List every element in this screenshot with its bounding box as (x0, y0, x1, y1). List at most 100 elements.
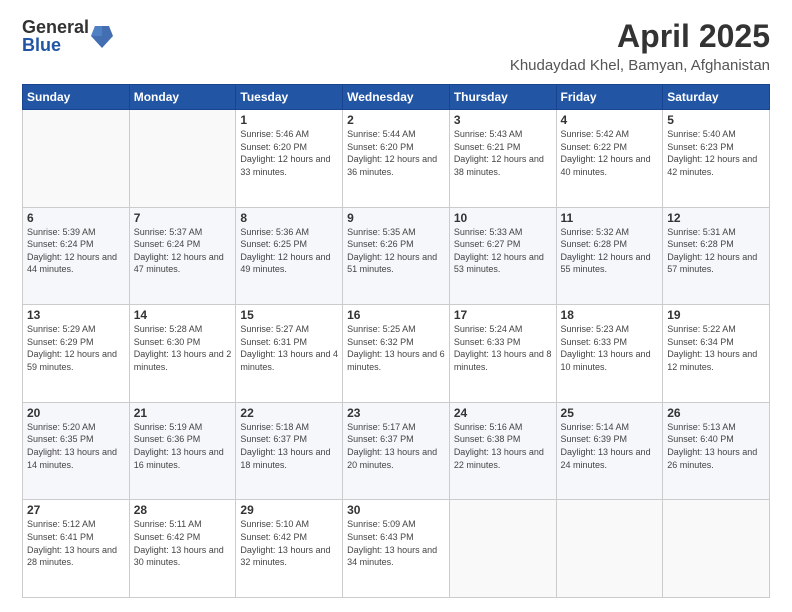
day-info: Sunrise: 5:13 AM Sunset: 6:40 PM Dayligh… (667, 421, 765, 471)
calendar-cell (663, 500, 770, 598)
calendar-cell: 23Sunrise: 5:17 AM Sunset: 6:37 PM Dayli… (343, 402, 450, 500)
calendar-cell: 10Sunrise: 5:33 AM Sunset: 6:27 PM Dayli… (449, 207, 556, 305)
day-info: Sunrise: 5:33 AM Sunset: 6:27 PM Dayligh… (454, 226, 552, 276)
calendar-table: SundayMondayTuesdayWednesdayThursdayFrid… (22, 84, 770, 598)
day-number: 25 (561, 406, 659, 420)
day-info: Sunrise: 5:14 AM Sunset: 6:39 PM Dayligh… (561, 421, 659, 471)
calendar-cell: 16Sunrise: 5:25 AM Sunset: 6:32 PM Dayli… (343, 305, 450, 403)
calendar-cell: 29Sunrise: 5:10 AM Sunset: 6:42 PM Dayli… (236, 500, 343, 598)
day-number: 22 (240, 406, 338, 420)
calendar-week-row: 20Sunrise: 5:20 AM Sunset: 6:35 PM Dayli… (23, 402, 770, 500)
day-number: 24 (454, 406, 552, 420)
day-info: Sunrise: 5:12 AM Sunset: 6:41 PM Dayligh… (27, 518, 125, 568)
day-info: Sunrise: 5:32 AM Sunset: 6:28 PM Dayligh… (561, 226, 659, 276)
logo-general: General (22, 18, 89, 36)
calendar-cell: 27Sunrise: 5:12 AM Sunset: 6:41 PM Dayli… (23, 500, 130, 598)
calendar-cell: 8Sunrise: 5:36 AM Sunset: 6:25 PM Daylig… (236, 207, 343, 305)
day-info: Sunrise: 5:37 AM Sunset: 6:24 PM Dayligh… (134, 226, 232, 276)
calendar-cell: 17Sunrise: 5:24 AM Sunset: 6:33 PM Dayli… (449, 305, 556, 403)
day-info: Sunrise: 5:31 AM Sunset: 6:28 PM Dayligh… (667, 226, 765, 276)
calendar-cell: 14Sunrise: 5:28 AM Sunset: 6:30 PM Dayli… (129, 305, 236, 403)
calendar-cell (449, 500, 556, 598)
day-number: 14 (134, 308, 232, 322)
day-info: Sunrise: 5:16 AM Sunset: 6:38 PM Dayligh… (454, 421, 552, 471)
calendar-cell: 6Sunrise: 5:39 AM Sunset: 6:24 PM Daylig… (23, 207, 130, 305)
calendar-cell: 11Sunrise: 5:32 AM Sunset: 6:28 PM Dayli… (556, 207, 663, 305)
day-number: 1 (240, 113, 338, 127)
weekday-header-tuesday: Tuesday (236, 85, 343, 110)
day-number: 21 (134, 406, 232, 420)
day-info: Sunrise: 5:44 AM Sunset: 6:20 PM Dayligh… (347, 128, 445, 178)
logo-icon (91, 22, 113, 50)
day-info: Sunrise: 5:25 AM Sunset: 6:32 PM Dayligh… (347, 323, 445, 373)
calendar-cell: 2Sunrise: 5:44 AM Sunset: 6:20 PM Daylig… (343, 110, 450, 208)
day-info: Sunrise: 5:40 AM Sunset: 6:23 PM Dayligh… (667, 128, 765, 178)
day-info: Sunrise: 5:18 AM Sunset: 6:37 PM Dayligh… (240, 421, 338, 471)
day-info: Sunrise: 5:10 AM Sunset: 6:42 PM Dayligh… (240, 518, 338, 568)
calendar-cell: 18Sunrise: 5:23 AM Sunset: 6:33 PM Dayli… (556, 305, 663, 403)
day-info: Sunrise: 5:35 AM Sunset: 6:26 PM Dayligh… (347, 226, 445, 276)
logo-blue: Blue (22, 36, 89, 54)
weekday-header-monday: Monday (129, 85, 236, 110)
calendar-cell: 13Sunrise: 5:29 AM Sunset: 6:29 PM Dayli… (23, 305, 130, 403)
day-info: Sunrise: 5:39 AM Sunset: 6:24 PM Dayligh… (27, 226, 125, 276)
calendar-cell: 25Sunrise: 5:14 AM Sunset: 6:39 PM Dayli… (556, 402, 663, 500)
day-info: Sunrise: 5:29 AM Sunset: 6:29 PM Dayligh… (27, 323, 125, 373)
day-info: Sunrise: 5:11 AM Sunset: 6:42 PM Dayligh… (134, 518, 232, 568)
logo: General Blue (22, 18, 113, 54)
day-number: 30 (347, 503, 445, 517)
day-number: 26 (667, 406, 765, 420)
day-info: Sunrise: 5:22 AM Sunset: 6:34 PM Dayligh… (667, 323, 765, 373)
day-number: 28 (134, 503, 232, 517)
calendar-week-row: 13Sunrise: 5:29 AM Sunset: 6:29 PM Dayli… (23, 305, 770, 403)
title-section: April 2025 Khudaydad Khel, Bamyan, Afgha… (510, 18, 770, 74)
calendar-week-row: 27Sunrise: 5:12 AM Sunset: 6:41 PM Dayli… (23, 500, 770, 598)
day-info: Sunrise: 5:17 AM Sunset: 6:37 PM Dayligh… (347, 421, 445, 471)
day-number: 12 (667, 211, 765, 225)
weekday-header-saturday: Saturday (663, 85, 770, 110)
day-info: Sunrise: 5:36 AM Sunset: 6:25 PM Dayligh… (240, 226, 338, 276)
calendar-cell: 30Sunrise: 5:09 AM Sunset: 6:43 PM Dayli… (343, 500, 450, 598)
day-info: Sunrise: 5:27 AM Sunset: 6:31 PM Dayligh… (240, 323, 338, 373)
day-info: Sunrise: 5:42 AM Sunset: 6:22 PM Dayligh… (561, 128, 659, 178)
header: General Blue April 2025 Khudaydad Khel, … (22, 18, 770, 74)
day-number: 6 (27, 211, 125, 225)
weekday-header-thursday: Thursday (449, 85, 556, 110)
calendar-cell: 12Sunrise: 5:31 AM Sunset: 6:28 PM Dayli… (663, 207, 770, 305)
day-number: 5 (667, 113, 765, 127)
month-title: April 2025 (510, 18, 770, 55)
day-number: 3 (454, 113, 552, 127)
weekday-header-sunday: Sunday (23, 85, 130, 110)
day-info: Sunrise: 5:20 AM Sunset: 6:35 PM Dayligh… (27, 421, 125, 471)
day-number: 29 (240, 503, 338, 517)
day-number: 7 (134, 211, 232, 225)
calendar-cell: 19Sunrise: 5:22 AM Sunset: 6:34 PM Dayli… (663, 305, 770, 403)
calendar-cell (556, 500, 663, 598)
page: General Blue April 2025 Khudaydad Khel, … (0, 0, 792, 612)
day-number: 13 (27, 308, 125, 322)
weekday-header-row: SundayMondayTuesdayWednesdayThursdayFrid… (23, 85, 770, 110)
day-number: 8 (240, 211, 338, 225)
day-info: Sunrise: 5:28 AM Sunset: 6:30 PM Dayligh… (134, 323, 232, 373)
day-number: 23 (347, 406, 445, 420)
day-number: 16 (347, 308, 445, 322)
day-info: Sunrise: 5:19 AM Sunset: 6:36 PM Dayligh… (134, 421, 232, 471)
calendar-cell: 21Sunrise: 5:19 AM Sunset: 6:36 PM Dayli… (129, 402, 236, 500)
calendar-week-row: 1Sunrise: 5:46 AM Sunset: 6:20 PM Daylig… (23, 110, 770, 208)
calendar-cell: 24Sunrise: 5:16 AM Sunset: 6:38 PM Dayli… (449, 402, 556, 500)
calendar-cell: 5Sunrise: 5:40 AM Sunset: 6:23 PM Daylig… (663, 110, 770, 208)
day-number: 18 (561, 308, 659, 322)
calendar-week-row: 6Sunrise: 5:39 AM Sunset: 6:24 PM Daylig… (23, 207, 770, 305)
calendar-cell: 28Sunrise: 5:11 AM Sunset: 6:42 PM Dayli… (129, 500, 236, 598)
day-number: 17 (454, 308, 552, 322)
location-title: Khudaydad Khel, Bamyan, Afghanistan (510, 57, 770, 74)
day-number: 27 (27, 503, 125, 517)
calendar-cell: 9Sunrise: 5:35 AM Sunset: 6:26 PM Daylig… (343, 207, 450, 305)
calendar-cell: 4Sunrise: 5:42 AM Sunset: 6:22 PM Daylig… (556, 110, 663, 208)
calendar-cell (129, 110, 236, 208)
day-number: 2 (347, 113, 445, 127)
day-number: 11 (561, 211, 659, 225)
weekday-header-wednesday: Wednesday (343, 85, 450, 110)
calendar-cell: 15Sunrise: 5:27 AM Sunset: 6:31 PM Dayli… (236, 305, 343, 403)
calendar-cell: 26Sunrise: 5:13 AM Sunset: 6:40 PM Dayli… (663, 402, 770, 500)
